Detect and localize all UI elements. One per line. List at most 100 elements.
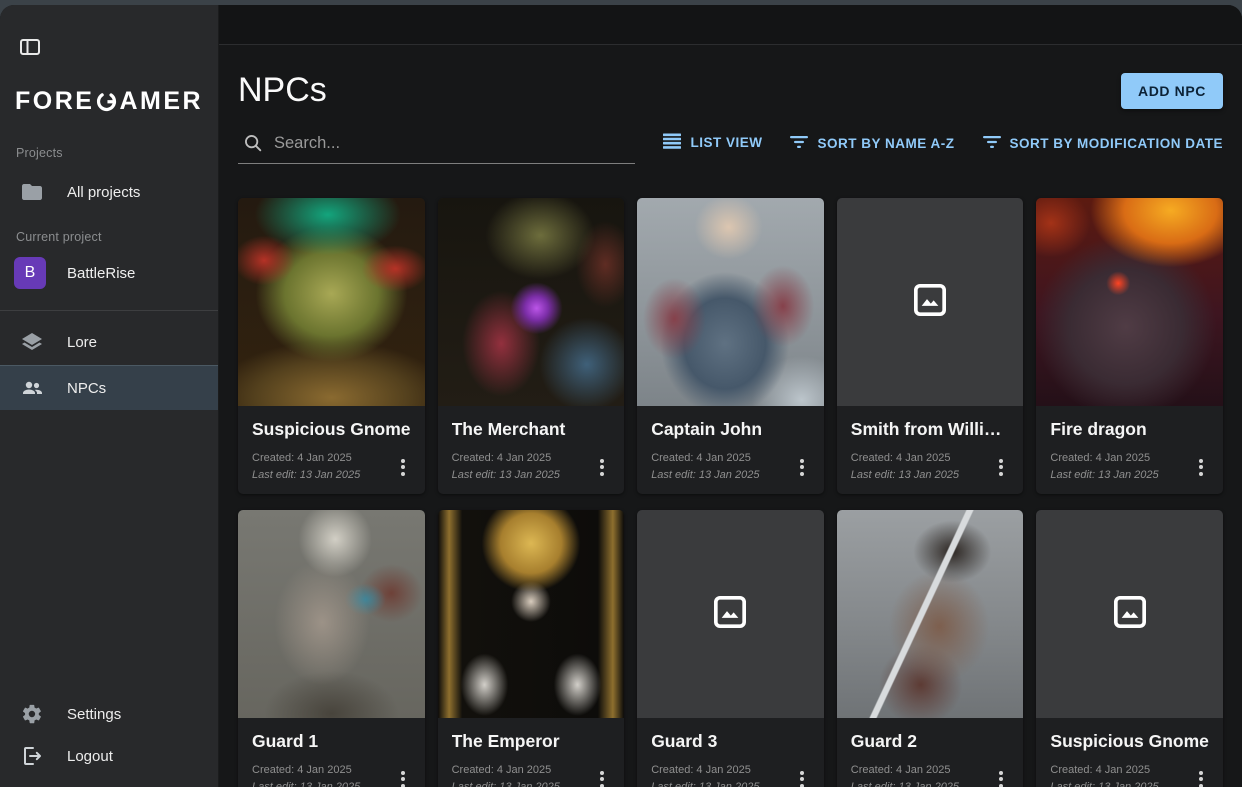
npc-card[interactable]: Captain John Created: 4 Jan 2025 Last ed… [637, 198, 824, 494]
sidebar-toggle-icon [18, 35, 42, 64]
npc-card-dates: Created: 4 Jan 2025 Last edit: 13 Jan 20… [851, 762, 959, 787]
sidebar-footer: Settings Logout [0, 693, 218, 787]
npc-card-info: Suspicious Gnome Created: 4 Jan 2025 Las… [1036, 718, 1223, 787]
npc-card[interactable]: Suspicious Gnome Created: 4 Jan 2025 Las… [1036, 510, 1223, 787]
project-avatar: B [14, 257, 46, 289]
npc-card-dates: Created: 4 Jan 2025 Last edit: 13 Jan 20… [452, 450, 560, 484]
sort-by-name-button[interactable]: SORT BY NAME A-Z [790, 135, 954, 164]
npc-card-created: Created: 4 Jan 2025 [851, 450, 959, 467]
sidebar-item-current-project[interactable]: B BattleRise [0, 244, 218, 302]
image-placeholder-icon [710, 592, 750, 637]
npc-card-dates: Created: 4 Jan 2025 Last edit: 13 Jan 20… [452, 762, 560, 787]
npc-card[interactable]: Guard 3 Created: 4 Jan 2025 Last edit: 1… [637, 510, 824, 787]
npc-card-image [438, 198, 625, 406]
app-logo: FORE AMER [15, 87, 218, 116]
npc-card-title: Guard 3 [651, 731, 810, 752]
npc-card[interactable]: Guard 2 Created: 4 Jan 2025 Last edit: 1… [837, 510, 1024, 787]
layers-icon [20, 330, 44, 354]
npc-card-image [1036, 510, 1223, 718]
npc-card-dates: Created: 4 Jan 2025 Last edit: 13 Jan 20… [252, 450, 360, 484]
card-menu-kebab-icon[interactable] [993, 454, 1009, 480]
npc-card-info: Guard 3 Created: 4 Jan 2025 Last edit: 1… [637, 718, 824, 787]
npc-card-info: Suspicious Gnome Created: 4 Jan 2025 Las… [238, 406, 425, 494]
card-menu-kebab-icon[interactable] [594, 454, 610, 480]
filter-icon [790, 135, 808, 152]
sort-by-date-button[interactable]: SORT BY MODIFICATION DATE [983, 135, 1224, 164]
npc-card-image [637, 510, 824, 718]
card-menu-kebab-icon[interactable] [1193, 766, 1209, 787]
npc-card-info: Captain John Created: 4 Jan 2025 Last ed… [637, 406, 824, 494]
sidebar-divider [0, 310, 218, 311]
npc-card-last-edit: Last edit: 13 Jan 2025 [851, 467, 959, 484]
sort-by-name-label: SORT BY NAME A-Z [817, 136, 954, 151]
card-menu-kebab-icon[interactable] [993, 766, 1009, 787]
npc-card-image [1036, 198, 1223, 406]
npc-card-created: Created: 4 Jan 2025 [1050, 450, 1158, 467]
npc-card-image [438, 510, 625, 718]
sidebar-item-lore[interactable]: Lore [0, 319, 218, 365]
npc-card-last-edit: Last edit: 13 Jan 2025 [1050, 467, 1158, 484]
npc-card-dates: Created: 4 Jan 2025 Last edit: 13 Jan 20… [1050, 450, 1158, 484]
page-title: NPCs [238, 71, 327, 110]
people-icon [20, 376, 44, 400]
npc-card-info: The Emperor Created: 4 Jan 2025 Last edi… [438, 718, 625, 787]
npc-card-created: Created: 4 Jan 2025 [452, 450, 560, 467]
npc-card-last-edit: Last edit: 13 Jan 2025 [252, 779, 360, 787]
npc-card-dates: Created: 4 Jan 2025 Last edit: 13 Jan 20… [851, 450, 959, 484]
sort-by-date-label: SORT BY MODIFICATION DATE [1010, 136, 1224, 151]
search-input[interactable] [274, 134, 635, 153]
card-menu-kebab-icon[interactable] [395, 454, 411, 480]
filter-icon [983, 135, 1001, 152]
list-view-icon [663, 133, 681, 152]
image-placeholder-icon [910, 280, 950, 325]
npc-card-image [637, 198, 824, 406]
npc-card-created: Created: 4 Jan 2025 [851, 762, 959, 779]
card-menu-kebab-icon[interactable] [1193, 454, 1209, 480]
npc-card-title: Guard 1 [252, 731, 411, 752]
sidebar-item-logout[interactable]: Logout [0, 735, 218, 777]
npcs-label: NPCs [67, 380, 106, 397]
npc-card-title: The Merchant [452, 419, 611, 440]
lore-label: Lore [67, 334, 97, 351]
npc-card-created: Created: 4 Jan 2025 [651, 450, 759, 467]
card-menu-kebab-icon[interactable] [395, 766, 411, 787]
card-menu-kebab-icon[interactable] [594, 766, 610, 787]
search-field[interactable] [238, 132, 635, 164]
npc-card[interactable]: Smith from Willia… Created: 4 Jan 2025 L… [837, 198, 1024, 494]
npc-card-dates: Created: 4 Jan 2025 Last edit: 13 Jan 20… [651, 762, 759, 787]
npc-card[interactable]: Suspicious Gnome Created: 4 Jan 2025 Las… [238, 198, 425, 494]
npc-card-image [837, 510, 1024, 718]
npc-card-title: Suspicious Gnome [1050, 731, 1209, 752]
npc-card-title: The Emperor [452, 731, 611, 752]
npc-card-last-edit: Last edit: 13 Jan 2025 [651, 467, 759, 484]
npc-card-info: Guard 2 Created: 4 Jan 2025 Last edit: 1… [837, 718, 1024, 787]
logo-g-icon [95, 90, 118, 113]
npc-card-created: Created: 4 Jan 2025 [651, 762, 759, 779]
card-menu-kebab-icon[interactable] [794, 454, 810, 480]
list-view-button[interactable]: LIST VIEW [663, 133, 762, 164]
card-menu-kebab-icon[interactable] [794, 766, 810, 787]
settings-label: Settings [67, 706, 121, 723]
page-header: NPCs ADD NPC [238, 71, 1223, 110]
npc-card-last-edit: Last edit: 13 Jan 2025 [252, 467, 360, 484]
npc-card-info: The Merchant Created: 4 Jan 2025 Last ed… [438, 406, 625, 494]
npc-card-title: Fire dragon [1050, 419, 1209, 440]
npc-card-info: Smith from Willia… Created: 4 Jan 2025 L… [837, 406, 1024, 494]
npc-card[interactable]: Guard 1 Created: 4 Jan 2025 Last edit: 1… [238, 510, 425, 787]
list-view-label: LIST VIEW [690, 135, 762, 150]
add-npc-button[interactable]: ADD NPC [1121, 73, 1223, 109]
npc-grid: Suspicious Gnome Created: 4 Jan 2025 Las… [238, 198, 1223, 787]
npc-card-title: Captain John [651, 419, 810, 440]
current-project-caption: Current project [16, 230, 218, 244]
sidebar-item-all-projects[interactable]: All projects [0, 168, 218, 216]
npc-card[interactable]: The Merchant Created: 4 Jan 2025 Last ed… [438, 198, 625, 494]
sidebar-toggle-button[interactable] [18, 35, 46, 63]
top-bar [219, 5, 1242, 45]
toolbar: LIST VIEW SORT BY NAME A-Z [238, 132, 1223, 164]
npc-card[interactable]: Fire dragon Created: 4 Jan 2025 Last edi… [1036, 198, 1223, 494]
sidebar-item-settings[interactable]: Settings [0, 693, 218, 735]
logo-text-right: AMER [119, 87, 203, 116]
npc-card[interactable]: The Emperor Created: 4 Jan 2025 Last edi… [438, 510, 625, 787]
sidebar-spacer [0, 410, 218, 693]
sidebar-item-npcs[interactable]: NPCs [0, 365, 218, 410]
